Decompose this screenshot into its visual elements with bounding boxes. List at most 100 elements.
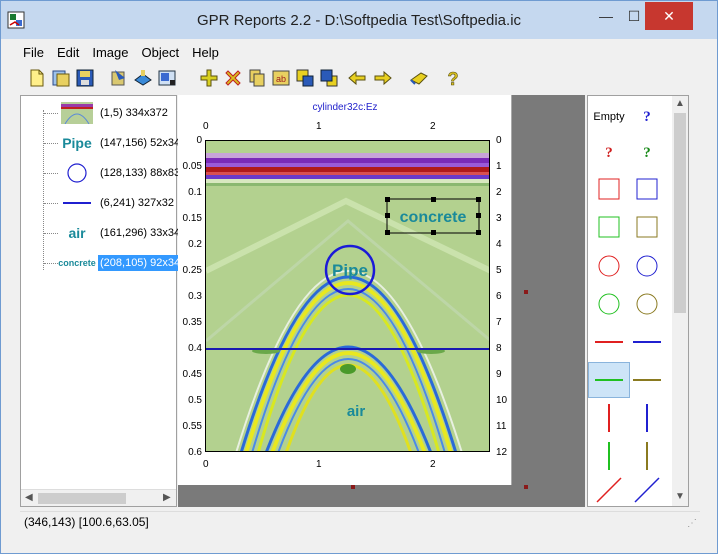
left-tick-label: 0.15 (182, 213, 202, 224)
page-resize-handle[interactable] (524, 290, 528, 294)
text-object-icon: air (68, 225, 86, 241)
right-tick-label: 1 (496, 161, 502, 172)
scroll-right-icon[interactable]: ▶ (163, 492, 171, 503)
menu-edit[interactable]: Edit (57, 45, 79, 60)
concrete-label[interactable]: concrete (400, 209, 467, 226)
export-icon[interactable] (133, 68, 153, 88)
canvas-area[interactable]: cylinder32c:Ez 0 1 2 0 1 2 0 0.05 0.1 0.15 0… (178, 95, 585, 507)
left-tick-label: 0.05 (182, 161, 202, 172)
top-tick-label: 2 (430, 121, 436, 132)
left-tick-label: 0.6 (188, 447, 202, 458)
radargram-image: Pipe air concrete (206, 141, 489, 451)
svg-text:ab: ab (276, 74, 286, 84)
title-bar: GPR Reports 2.2 - D:\Softpedia Test\Soft… (1, 1, 717, 39)
top-tick-label: 1 (316, 121, 322, 132)
palette-square-olive-icon[interactable] (626, 209, 668, 245)
paste-icon[interactable]: ab (271, 68, 291, 88)
left-tick-label: 0.4 (188, 343, 202, 354)
delete-icon[interactable] (223, 68, 243, 88)
palette-empty[interactable]: Empty (588, 99, 630, 135)
scroll-down-icon[interactable]: ▼ (675, 491, 685, 502)
menu-image[interactable]: Image (92, 45, 128, 60)
tree-item-air-text[interactable]: air (161,296) 33x34 (44, 218, 182, 248)
palette-vertical-scrollbar[interactable]: ▲ ▼ (672, 96, 688, 506)
page-resize-handle[interactable] (524, 485, 528, 489)
status-bar: (346,143) [100.6,63.05] (20, 511, 700, 531)
tree-item-concrete-text[interactable]: concrete (208,105) 92x34 (44, 248, 183, 278)
page-resize-handle[interactable] (351, 485, 355, 489)
menu-bar: File Edit Image Object Help (1, 39, 717, 65)
palette-vline-green-icon[interactable] (588, 438, 630, 474)
palette-question-red[interactable]: ? (588, 135, 630, 171)
palette-square-green-icon[interactable] (588, 209, 630, 245)
tree-item-label: (1,5) 334x372 (100, 107, 168, 119)
object-tree[interactable]: (1,5) 334x372 Pipe (147,156) 52x34 (128,… (20, 95, 183, 507)
close-button[interactable]: ✕ (645, 2, 693, 30)
radargram-plot[interactable]: Pipe air concrete (205, 140, 490, 452)
send-back-icon[interactable] (319, 68, 339, 88)
air-label[interactable]: air (347, 403, 366, 420)
palette-circle-red-icon[interactable] (588, 248, 630, 284)
resize-grip-icon[interactable]: ⋰ (687, 518, 697, 529)
tree-item-label-selected: (208,105) 92x34 (98, 255, 183, 271)
copy-icon[interactable] (247, 68, 267, 88)
right-tick-label: 2 (496, 187, 502, 198)
open-icon[interactable] (51, 68, 71, 88)
save-icon[interactable] (75, 68, 95, 88)
tree-item-circle[interactable]: (128,133) 88x83 (44, 158, 182, 188)
import-icon[interactable] (109, 68, 129, 88)
scroll-thumb[interactable] (38, 493, 126, 504)
left-tick-label: 0.1 (188, 187, 202, 198)
right-tick-label: 8 (496, 343, 502, 354)
redo-icon[interactable] (373, 68, 393, 88)
report-page[interactable]: cylinder32c:Ez 0 1 2 0 1 2 0 0.05 0.1 0.15 0… (178, 95, 512, 485)
palette-question-green[interactable]: ? (626, 135, 668, 171)
pipe-label[interactable]: Pipe (332, 261, 368, 280)
palette-circle-blue-icon[interactable] (626, 248, 668, 284)
svg-text:?: ? (448, 69, 459, 88)
left-tick-label: 0.5 (188, 395, 202, 406)
palette-diag-blue-icon[interactable] (626, 472, 668, 508)
right-tick-label: 4 (496, 239, 502, 250)
palette-hline-green-icon[interactable] (588, 362, 630, 398)
add-icon[interactable] (199, 68, 219, 88)
tree-item-pipe-text[interactable]: Pipe (147,156) 52x34 (44, 128, 182, 158)
left-tick-label: 0.35 (182, 317, 202, 328)
palette-question-blue[interactable]: ? (626, 99, 668, 135)
scroll-left-icon[interactable]: ◀ (25, 492, 33, 503)
palette-hline-olive-icon[interactable] (626, 362, 668, 398)
palette-circle-green-icon[interactable] (588, 286, 630, 322)
undo-icon[interactable] (347, 68, 367, 88)
menu-file[interactable]: File (23, 45, 44, 60)
scroll-thumb[interactable] (674, 113, 686, 313)
right-tick-label: 0 (496, 135, 502, 146)
left-tick-label: 0.3 (188, 291, 202, 302)
palette-hline-blue-icon[interactable] (626, 324, 668, 360)
new-icon[interactable] (27, 68, 47, 88)
right-tick-label: 7 (496, 317, 502, 328)
palette-vline-blue-icon[interactable] (626, 400, 668, 436)
palette-vline-red-icon[interactable] (588, 400, 630, 436)
menu-object[interactable]: Object (142, 45, 180, 60)
tree-item-line[interactable]: (6,241) 327x32 (44, 188, 176, 218)
palette-square-red-icon[interactable] (588, 171, 630, 207)
palette-vline-olive-icon[interactable] (626, 438, 668, 474)
minimize-button[interactable]: — (591, 2, 621, 30)
palette-square-blue-icon[interactable] (626, 171, 668, 207)
tree-item-label: (147,156) 52x34 (100, 137, 181, 149)
palette-diag-red-icon[interactable] (588, 472, 630, 508)
help-icon[interactable]: ? (443, 68, 463, 88)
pointer-icon[interactable] (409, 68, 429, 88)
bring-front-icon[interactable] (295, 68, 315, 88)
tree-item-image[interactable]: (1,5) 334x372 (44, 98, 170, 128)
right-tick-label: 11 (496, 421, 507, 432)
tree-horizontal-scrollbar[interactable]: ◀ ▶ (21, 489, 176, 506)
left-tick-label: 0.25 (182, 265, 202, 276)
palette-hline-red-icon[interactable] (588, 324, 630, 360)
print-icon[interactable] (157, 68, 177, 88)
menu-help[interactable]: Help (192, 45, 219, 60)
bottom-tick-label: 2 (430, 459, 436, 470)
cursor-coordinates: (346,143) [100.6,63.05] (24, 514, 149, 529)
palette-circle-olive-icon[interactable] (626, 286, 668, 322)
scroll-up-icon[interactable]: ▲ (675, 98, 685, 109)
